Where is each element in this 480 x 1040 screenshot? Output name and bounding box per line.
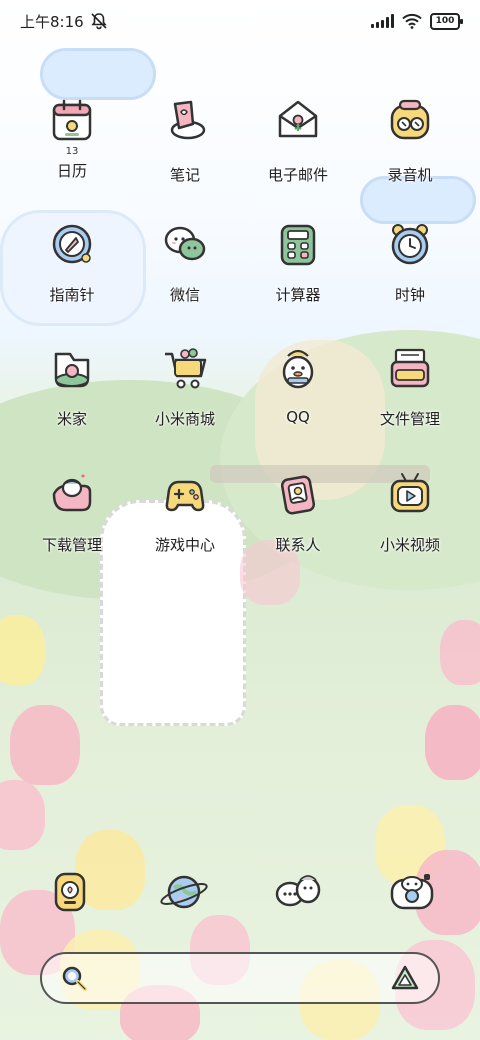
messages-icon[interactable] — [272, 866, 324, 918]
app-contacts[interactable]: 联系人 — [248, 470, 348, 555]
app-recorder[interactable]: 录音机 — [360, 96, 460, 185]
app-game-center[interactable]: 游戏中心 — [135, 470, 235, 555]
tulip-decoration — [425, 705, 480, 780]
app-label: 录音机 — [387, 166, 433, 184]
signal-icon — [371, 14, 394, 28]
app-label: 笔记 — [169, 166, 200, 184]
mail-icon — [278, 100, 318, 138]
status-time: 上午8:16 — [20, 12, 84, 31]
app-label: 指南针 — [49, 286, 95, 304]
calculator-icon — [280, 224, 316, 266]
app-mi-store[interactable]: 小米商城 — [135, 344, 235, 429]
app-label: 小米视频 — [379, 536, 440, 554]
app-qq[interactable]: QQ — [248, 344, 348, 426]
app-mijia[interactable]: 米家 — [22, 344, 122, 429]
download-manager-icon — [52, 474, 92, 512]
app-wechat[interactable]: 微信 — [135, 220, 235, 305]
app-label: 电子邮件 — [267, 166, 328, 184]
search-icon[interactable] — [60, 964, 88, 992]
tulip-decoration — [0, 780, 45, 850]
clock-icon — [391, 224, 429, 265]
app-calculator[interactable]: 计算器 — [248, 220, 348, 305]
tulip-decoration — [10, 705, 80, 785]
tulip-decoration — [0, 615, 45, 685]
app-label: 日历 — [56, 162, 87, 180]
app-compass[interactable]: 指南针 — [22, 220, 122, 305]
phone-icon[interactable] — [44, 866, 96, 918]
app-label: 小米商城 — [154, 410, 215, 428]
search-bar[interactable] — [40, 952, 440, 1004]
tulip-decoration — [440, 620, 480, 685]
video-icon — [390, 473, 430, 513]
mijia-icon — [54, 352, 90, 388]
camera-icon[interactable] — [386, 866, 438, 918]
app-label: 下载管理 — [41, 536, 102, 554]
recorder-icon — [390, 99, 430, 140]
app-download-manager[interactable]: 下载管理 — [22, 470, 122, 555]
mute-bell-icon — [91, 13, 107, 30]
app-label: 文件管理 — [379, 410, 440, 428]
wifi-icon — [402, 13, 422, 29]
gamepad-icon — [165, 480, 205, 512]
app-label: 游戏中心 — [154, 536, 215, 554]
app-label: 计算器 — [275, 286, 321, 304]
notes-icon — [170, 100, 206, 140]
qq-icon — [282, 349, 314, 389]
app-clock[interactable]: 时钟 — [360, 220, 460, 305]
app-mail[interactable]: 电子邮件 — [248, 96, 348, 185]
contacts-icon — [280, 475, 316, 515]
app-label: QQ — [286, 408, 310, 426]
assistant-icon[interactable] — [390, 964, 420, 992]
app-label: 微信 — [169, 286, 200, 304]
browser-planet-icon[interactable] — [158, 866, 210, 918]
app-notes[interactable]: 笔记 — [135, 96, 235, 185]
calendar-icon — [52, 99, 92, 141]
battery-icon: 100 — [430, 12, 463, 30]
cloud-decoration — [40, 48, 156, 100]
app-file-manager[interactable]: 文件管理 — [360, 344, 460, 429]
shopping-cart-icon — [165, 348, 207, 389]
compass-icon — [52, 224, 92, 264]
calendar-date: 13 — [65, 146, 79, 157]
wechat-icon — [164, 226, 206, 261]
app-mi-video[interactable]: 小米视频 — [360, 470, 460, 555]
app-label: 时钟 — [394, 286, 425, 304]
status-bar: 上午8:16 100 — [0, 0, 480, 42]
app-label: 联系人 — [275, 536, 321, 554]
file-manager-icon — [390, 348, 430, 388]
app-calendar[interactable]: 13 日历 — [22, 96, 122, 181]
app-label: 米家 — [56, 410, 87, 428]
home-screen: 上午8:16 100 13 日历 笔记 电子邮件 录音机 指南针 微信 计算器 … — [0, 0, 480, 1040]
